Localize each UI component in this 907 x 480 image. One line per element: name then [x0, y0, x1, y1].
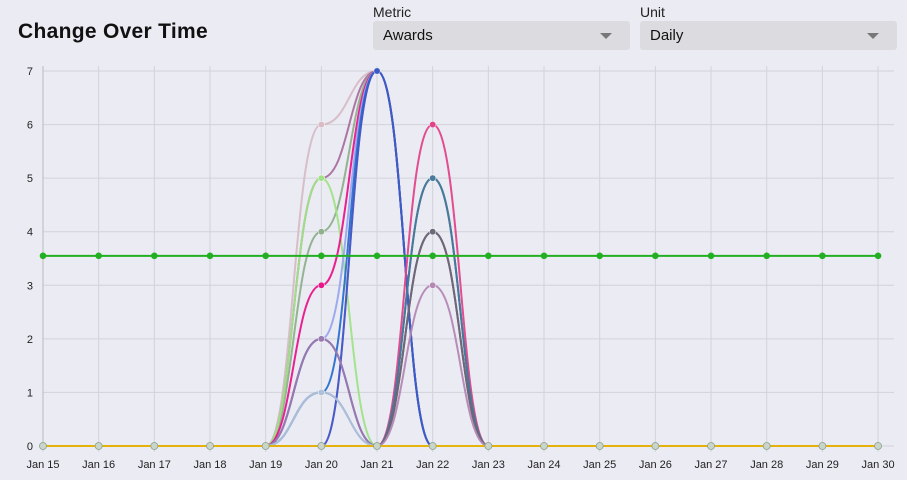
- baseline-point: [94, 442, 103, 450]
- series-point: [317, 228, 325, 236]
- series-line: [42, 391, 879, 448]
- x-tick-label: Jan 27: [695, 459, 728, 471]
- y-tick-label: 0: [27, 441, 33, 453]
- x-tick-label: Jan 22: [416, 459, 449, 471]
- baseline-point: [651, 442, 660, 450]
- x-tick-label: Jan 29: [806, 459, 839, 471]
- series-line: [42, 69, 879, 448]
- y-tick-label: 4: [27, 227, 33, 239]
- baseline-point: [317, 442, 326, 450]
- baseline-point: [206, 442, 214, 450]
- series-point: [429, 281, 437, 289]
- series-point: [317, 335, 325, 343]
- reference-point: [540, 252, 548, 260]
- reference-point: [373, 252, 381, 260]
- x-tick-label: Jan 26: [639, 459, 672, 471]
- series-point: [317, 388, 325, 396]
- reference-point: [485, 252, 492, 260]
- reference-point: [596, 252, 603, 260]
- reference-point: [652, 252, 659, 260]
- baseline-point: [762, 442, 771, 450]
- reference-point: [874, 252, 882, 260]
- reference-point: [707, 252, 715, 260]
- series-line: [42, 69, 879, 448]
- line-chart: 0 1 2 3 4 5 6 7 Jan 15 Jan 16 Jan 17 Jan 18 Jan 19 Ja…: [26, 66, 895, 471]
- x-tick-label: Jan 23: [472, 459, 505, 471]
- x-tick-label: Jan 17: [138, 459, 171, 471]
- x-tick-label: Jan 16: [82, 459, 115, 471]
- reference-point: [819, 252, 826, 260]
- y-tick-label: 2: [27, 334, 33, 346]
- reference-point: [763, 252, 771, 260]
- series-line: [42, 69, 879, 448]
- series-point: [317, 121, 325, 129]
- x-tick-label: Jan 25: [583, 459, 616, 471]
- series-point: [317, 281, 325, 289]
- baseline-point: [874, 442, 882, 450]
- y-tick-label: 5: [27, 173, 33, 185]
- reference-point: [206, 252, 214, 260]
- reference-point: [39, 252, 47, 260]
- series-line: [42, 177, 879, 448]
- series-line: [42, 69, 879, 448]
- baseline-point: [261, 442, 270, 450]
- x-tick-label: Jan 21: [361, 459, 394, 471]
- baseline-point: [484, 442, 493, 450]
- baseline-point: [818, 442, 827, 450]
- y-tick-label: 1: [27, 387, 33, 399]
- series-point: [373, 67, 381, 75]
- reference-point: [95, 252, 102, 260]
- series-line: [42, 69, 879, 448]
- baseline-point: [150, 442, 159, 450]
- series-point: [317, 174, 325, 182]
- x-tick-label: Jan 24: [528, 459, 561, 471]
- reference-point: [318, 252, 325, 260]
- series-point: [429, 228, 437, 236]
- y-tick-label: 3: [27, 280, 33, 292]
- reference-point: [262, 252, 269, 260]
- series-line: [42, 69, 879, 448]
- series-line: [42, 69, 879, 448]
- y-tick-label: 6: [27, 120, 33, 132]
- baseline-point: [540, 442, 548, 450]
- reference-point: [429, 252, 436, 260]
- series-line: [42, 391, 879, 448]
- x-tick-label: Jan 28: [750, 459, 783, 471]
- series-line: [42, 69, 879, 448]
- x-tick-label: Jan 20: [305, 459, 338, 471]
- baseline-point: [707, 442, 715, 450]
- reference-point: [151, 252, 158, 260]
- series-point: [429, 174, 437, 182]
- baseline-point: [428, 442, 437, 450]
- x-tick-label: Jan 15: [26, 459, 59, 471]
- x-tick-label: Jan 18: [193, 459, 226, 471]
- y-tick-label: 7: [27, 66, 33, 78]
- baseline-point: [595, 442, 604, 450]
- baseline-point: [39, 442, 47, 450]
- x-tick-label: Jan 19: [249, 459, 282, 471]
- x-tick-label: Jan 30: [862, 459, 895, 471]
- series-point: [429, 121, 437, 129]
- baseline-point: [373, 442, 381, 450]
